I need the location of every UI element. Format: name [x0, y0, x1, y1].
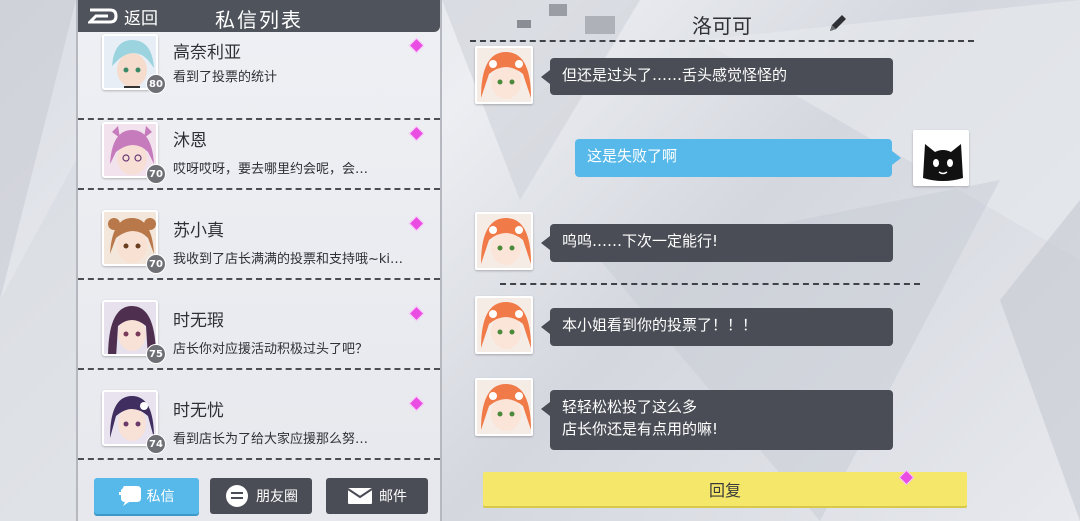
avatar-orange-hair-icon [477, 48, 531, 102]
message-bubble-incoming: 呜呜……下次一定能行! [541, 224, 893, 262]
message-line: 店长你还是有点用的嘛! [562, 420, 719, 438]
pencil-icon[interactable] [827, 12, 849, 34]
message-avatar [475, 296, 533, 354]
unread-diamond-icon [408, 305, 425, 322]
message-avatar [475, 212, 533, 270]
message-line: 轻轻松松投了这么多 [562, 398, 698, 416]
contact-item[interactable]: 70 苏小真 我收到了店长满满的投票和支持哦~ki… [78, 192, 440, 280]
level-badge: 74 [146, 434, 166, 454]
contact-item[interactable]: 70 沐恩 哎呀哎呀，要去哪里约会呢，会… [78, 102, 440, 190]
contact-preview: 看到了投票的统计 [173, 70, 278, 85]
unread-diamond-icon [408, 395, 425, 412]
contact-preview: 哎呀哎呀，要去哪里约会呢，会… [173, 162, 369, 177]
reply-label: 回复 [708, 481, 741, 500]
message-bubble-incoming: 本小姐看到你的投票了！！！ [541, 308, 893, 346]
contact-name: 沐恩 [173, 131, 207, 151]
contact-preview: 看到店长为了给大家应援那么努… [173, 432, 369, 447]
chat-bubble-icon [118, 486, 141, 506]
level-badge: 70 [146, 254, 166, 274]
avatar-orange-hair-icon [477, 298, 531, 352]
tab-label: 邮件 [379, 489, 407, 505]
contact-name: 高奈利亚 [173, 43, 241, 63]
message-bubble-incoming: 轻轻松松投了这么多 店长你还是有点用的嘛! [541, 390, 893, 450]
contact-name: 时无瑕 [173, 311, 224, 331]
reply-button[interactable]: 回复 [483, 472, 967, 506]
divider [500, 283, 920, 285]
contact-item[interactable]: 74 时无忧 看到店长为了给大家应援那么努… [78, 372, 440, 460]
tab-messages[interactable]: 私信 [94, 478, 199, 514]
list-title: 私信列表 [215, 8, 303, 32]
level-badge: 80 [146, 74, 166, 94]
unread-diamond-icon [408, 37, 425, 54]
moments-icon [226, 485, 248, 507]
contact-name: 苏小真 [173, 221, 224, 241]
contact-preview: 我收到了店长满满的投票和支持哦~ki… [173, 252, 404, 267]
chat-title: 洛可可 [692, 14, 752, 38]
message-avatar [475, 378, 533, 436]
tab-label: 朋友圈 [256, 489, 298, 505]
black-cat-icon [915, 132, 967, 184]
message-bubble-incoming: 但还是过头了……舌头感觉怪怪的 [541, 58, 893, 95]
avatar-orange-hair-icon [477, 214, 531, 268]
tab-label: 私信 [146, 489, 175, 505]
tab-moments[interactable]: 朋友圈 [210, 478, 312, 514]
level-badge: 70 [146, 164, 166, 184]
level-badge: 75 [146, 344, 166, 364]
message-bubble-outgoing: 这是失败了啊 [575, 139, 901, 177]
contact-preview: 店长你对应援活动积极过头了吧？ [173, 342, 369, 357]
contact-item[interactable]: 75 时无瑕 店长你对应援活动积极过头了吧？ [78, 282, 440, 370]
chat-header: 洛可可 [470, 0, 974, 42]
contact-name: 时无忧 [173, 401, 224, 421]
mail-icon [347, 488, 373, 504]
list-header: 返回 私信列表 [78, 0, 440, 32]
conversation-list-panel: 返回 私信列表 80 高奈利亚 看到了投票的统计 70 沐恩 哎呀哎呀，要去哪里… [76, 0, 442, 521]
avatar-orange-hair-icon [477, 380, 531, 434]
message-avatar [475, 46, 533, 104]
unread-diamond-icon [408, 215, 425, 232]
my-avatar [913, 130, 969, 186]
unread-diamond-icon [408, 125, 425, 142]
tab-mail[interactable]: 邮件 [326, 478, 428, 514]
